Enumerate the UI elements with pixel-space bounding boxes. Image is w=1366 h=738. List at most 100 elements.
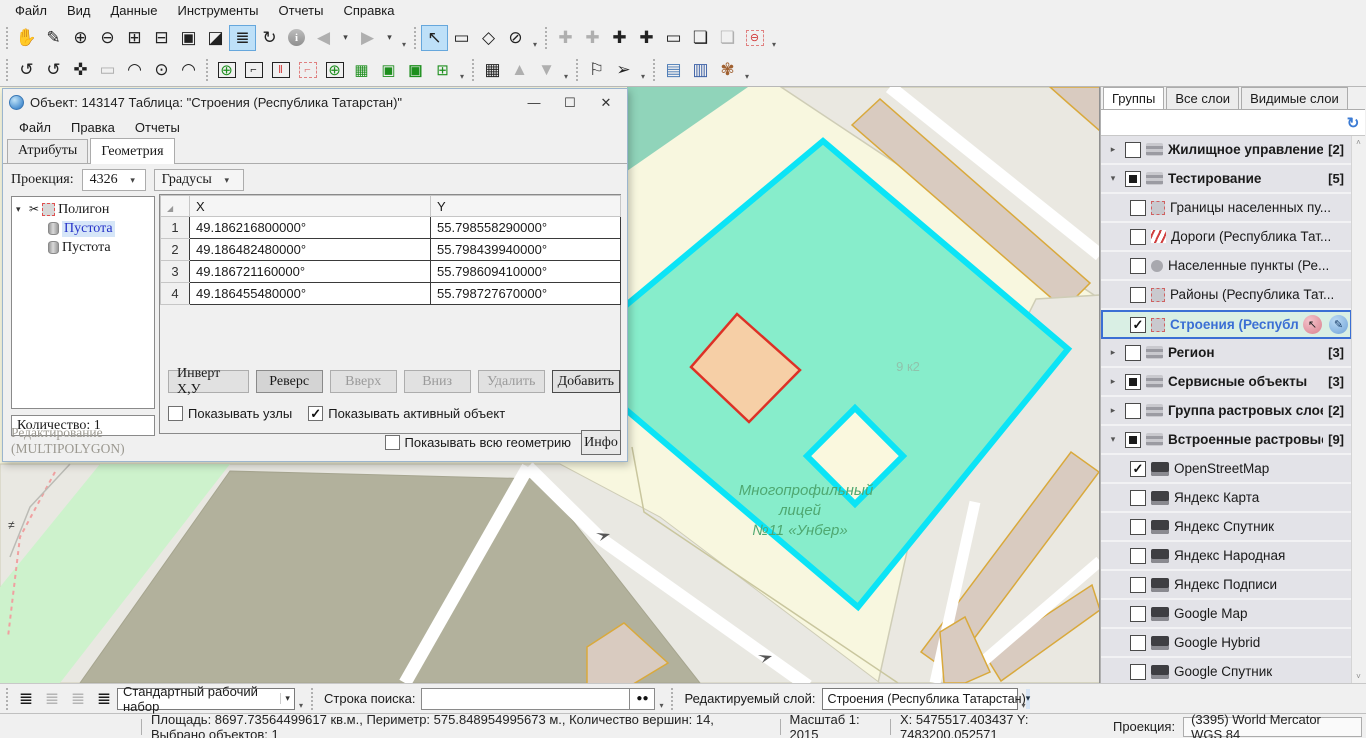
- zoom-out-icon[interactable]: ⊖: [94, 25, 121, 51]
- export-map-icon[interactable]: ▥: [687, 57, 714, 83]
- layer-checkbox[interactable]: [1125, 432, 1141, 448]
- arc-remove-icon[interactable]: ◠: [175, 57, 202, 83]
- move-up-button[interactable]: Вверх: [330, 370, 397, 393]
- menu-file[interactable]: Файл: [6, 1, 56, 20]
- layer-checkbox[interactable]: [1130, 519, 1146, 535]
- edit-layer-select[interactable]: Строения (Республика Татарстан) ▾: [822, 688, 1018, 710]
- menu-data[interactable]: Данные: [102, 1, 167, 20]
- expander-icon[interactable]: ▸: [1106, 347, 1120, 358]
- layer-row[interactable]: Яндекс Народная: [1101, 542, 1352, 571]
- workset-save-icon[interactable]: ≣: [91, 689, 117, 709]
- layers-search-input[interactable]: [1101, 112, 1341, 134]
- copy-object-icon[interactable]: ❏: [687, 25, 714, 51]
- layer-group-row[interactable]: ▾ Встроенные растровые сл... [9]: [1101, 426, 1352, 455]
- menu-tools[interactable]: Инструменты: [168, 1, 267, 20]
- tree-expander-icon[interactable]: ▾: [16, 204, 26, 215]
- layers-visibility-icon[interactable]: ≣: [229, 25, 256, 51]
- frame-add-corner-icon[interactable]: ⊕: [321, 57, 348, 83]
- toolbar-grip[interactable]: [670, 687, 675, 711]
- stretch-frame-icon[interactable]: ▭: [94, 57, 121, 83]
- dialog-titlebar[interactable]: Объект: 143147 Таблица: "Строения (Респу…: [3, 89, 627, 116]
- units-select[interactable]: Градусы ▾: [154, 169, 244, 191]
- invert-xy-button[interactable]: Инверт Х,У: [168, 370, 249, 393]
- x-cell[interactable]: 49.186482480000°: [190, 239, 431, 261]
- zoom-in-icon[interactable]: ⊕: [67, 25, 94, 51]
- snap-to-vertex-icon[interactable]: ⚐: [583, 57, 610, 83]
- attribute-table-icon[interactable]: ▦: [479, 57, 506, 83]
- zoom-window-in-icon[interactable]: ⊞: [121, 25, 148, 51]
- toolbar-grip[interactable]: [575, 58, 580, 82]
- frame-disabled-icon[interactable]: ⌐: [294, 57, 321, 83]
- tab-all-layers[interactable]: Все слои: [1166, 87, 1239, 109]
- layer-checkbox[interactable]: [1130, 664, 1146, 680]
- nav-back-icon[interactable]: ◀: [310, 25, 337, 51]
- add-button[interactable]: Добавить: [552, 370, 620, 393]
- x-cell[interactable]: 49.186721160000°: [190, 261, 431, 283]
- expander-icon[interactable]: ▸: [1106, 144, 1120, 155]
- layer-row[interactable]: Google Hybrid: [1101, 629, 1352, 658]
- select-arrow-icon[interactable]: ↖: [421, 25, 448, 51]
- frame-add-icon[interactable]: ⊕: [213, 57, 240, 83]
- toolbar-grip[interactable]: [310, 687, 315, 711]
- workset-star-icon[interactable]: ≣: [13, 689, 39, 709]
- refresh-icon[interactable]: ↻: [1341, 114, 1365, 132]
- object-info-icon[interactable]: i: [283, 25, 310, 51]
- map-canvas[interactable]: Многопрофильный лицей №11 «Унбер» 9 к2 ≠…: [0, 87, 1100, 683]
- add-object-icon[interactable]: ✚: [552, 25, 579, 51]
- geometry-union-icon[interactable]: ▣: [402, 57, 429, 83]
- tab-geometry[interactable]: Геометрия: [90, 138, 174, 164]
- layer-checkbox[interactable]: [1125, 345, 1141, 361]
- y-cell[interactable]: 55.798439940000°: [431, 239, 621, 261]
- workset-remove-icon[interactable]: ≣: [39, 689, 65, 709]
- layer-checkbox[interactable]: [1130, 490, 1146, 506]
- rotate-x-icon[interactable]: ↺: [13, 57, 40, 83]
- status-projection-value[interactable]: (3395) World Mercator WGS 84: [1183, 717, 1362, 737]
- toolbar-overflow-icon[interactable]: ▾: [655, 686, 667, 712]
- layer-row[interactable]: Google Map: [1101, 600, 1352, 629]
- layer-row[interactable]: Населенные пункты (Ре...: [1101, 252, 1352, 281]
- tab-groups[interactable]: Группы: [1103, 87, 1164, 109]
- map-search-input[interactable]: [421, 688, 629, 710]
- nav-back-dropdown-icon[interactable]: ▾: [337, 25, 354, 51]
- layer-row[interactable]: Районы (Республика Тат...: [1101, 281, 1352, 310]
- nav-forward-icon[interactable]: ▶: [354, 25, 381, 51]
- select-rectangle-icon[interactable]: ▭: [448, 25, 475, 51]
- workset-remove-all-icon[interactable]: ≣: [65, 689, 91, 709]
- add-vertex-icon[interactable]: ✚: [606, 25, 633, 51]
- toolbar-grip[interactable]: [5, 687, 10, 711]
- layer-row-selected[interactable]: ✓ Строения (Республи... ↖ ✎: [1101, 310, 1352, 339]
- layer-group-row[interactable]: ▾ Тестирование [5]: [1101, 165, 1352, 194]
- dialog-menu-edit[interactable]: Правка: [63, 118, 123, 137]
- move-down-button[interactable]: Вниз: [404, 370, 471, 393]
- binoculars-icon[interactable]: ●●: [629, 688, 655, 710]
- column-header-y[interactable]: Y: [431, 196, 621, 217]
- y-cell[interactable]: 55.798727670000°: [431, 283, 621, 305]
- toolbar-overflow-icon[interactable]: ▾: [637, 57, 649, 83]
- toolbar-grip[interactable]: [205, 58, 210, 82]
- toolbar-overflow-icon[interactable]: ▾: [529, 25, 541, 51]
- menu-view[interactable]: Вид: [58, 1, 100, 20]
- rotate-object-icon[interactable]: ↺: [40, 57, 67, 83]
- refresh-map-icon[interactable]: ↻: [256, 25, 283, 51]
- toolbar-grip[interactable]: [471, 58, 476, 82]
- layer-checkbox[interactable]: [1130, 258, 1146, 274]
- layer-checkbox[interactable]: [1130, 548, 1146, 564]
- rotate-compass-icon[interactable]: ⊙: [148, 57, 175, 83]
- layers-scrollbar[interactable]: ˄ ˅: [1351, 136, 1365, 683]
- snap-to-node-icon[interactable]: ➢: [610, 57, 637, 83]
- toolbar-grip[interactable]: [413, 26, 418, 50]
- layer-row[interactable]: ✓ OpenStreetMap: [1101, 455, 1352, 484]
- nav-forward-dropdown-icon[interactable]: ▾: [381, 25, 398, 51]
- layer-checkbox[interactable]: [1125, 403, 1141, 419]
- add-object-by-point-icon[interactable]: ✚: [579, 25, 606, 51]
- layer-checkbox[interactable]: [1125, 171, 1141, 187]
- layer-group-row[interactable]: ▸ Регион [3]: [1101, 339, 1352, 368]
- toolbar-overflow-icon[interactable]: ▾: [741, 57, 753, 83]
- layer-row[interactable]: Границы населенных пу...: [1101, 194, 1352, 223]
- toolbar-grip[interactable]: [652, 58, 657, 82]
- frame-columns-icon[interactable]: ‖: [267, 57, 294, 83]
- geometry-combine-icon[interactable]: ▣: [375, 57, 402, 83]
- expander-icon[interactable]: ▸: [1106, 405, 1120, 416]
- layer-checkbox[interactable]: [1130, 229, 1146, 245]
- tab-attributes[interactable]: Атрибуты: [7, 139, 88, 163]
